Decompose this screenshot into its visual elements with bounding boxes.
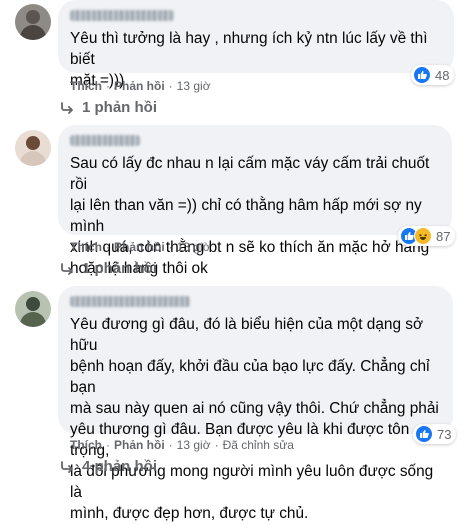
like-icon [415,425,433,443]
comment-text: Yêu đương gì đâu, đó là biểu hiện của mộ… [70,316,439,522]
author-name-blurred[interactable] [70,296,190,307]
reply-button[interactable]: Phản hồi [114,79,165,93]
reaction-count: 87 [436,228,451,244]
haha-icon [414,227,432,245]
reply-arrow-icon [61,460,73,473]
reaction-summary[interactable]: 73 [413,424,457,444]
reaction-summary[interactable]: 48 [411,65,455,85]
comment-actions: Thích · Phản hồi · 13 giờ [70,240,211,254]
avatar[interactable] [15,4,51,40]
replies-count: 4 phản hồi [82,458,157,475]
like-icon [413,66,431,84]
like-button[interactable]: Thích [70,240,102,254]
view-replies-link[interactable]: 1 phản hồi [60,99,157,116]
timestamp[interactable]: 13 giờ [177,240,211,254]
replies-count: 1 phản hồi [82,99,157,116]
view-replies-link[interactable]: 4 phản hồi [60,458,157,475]
reply-arrow-icon [61,262,73,275]
reaction-summary[interactable]: 87 [398,226,456,246]
timestamp[interactable]: 13 giờ [177,438,211,452]
timestamp[interactable]: 13 giờ [177,79,211,93]
avatar[interactable] [15,130,51,166]
like-button[interactable]: Thích [70,79,102,93]
author-name-blurred[interactable] [70,10,174,21]
replies-count: 1 phản hồi [82,260,157,277]
like-button[interactable]: Thích [70,438,102,452]
edited-label[interactable]: Đã chỉnh sửa [223,438,294,452]
reaction-count: 73 [437,426,452,442]
comment-bubble: Sau có lấy đc nhau n lại cấm mặc váy cấm… [58,125,452,277]
author-name-blurred[interactable] [70,135,140,146]
reply-button[interactable]: Phản hồi [114,438,165,452]
reply-arrow-icon [61,101,73,114]
comment-actions: Thích · Phản hồi · 13 giờ [70,79,211,93]
avatar[interactable] [15,291,51,327]
comment-bubble: Yêu thì tưởng là hay , nhưng ích kỷ ntn … [58,0,454,89]
comment-actions: Thích · Phản hồi · 13 giờ · Đã chỉnh sửa [70,438,294,452]
comment-bubble: Yêu đương gì đâu, đó là biểu hiện của mộ… [58,286,453,522]
reply-button[interactable]: Phản hồi [114,240,165,254]
view-replies-link[interactable]: 1 phản hồi [60,260,157,277]
reaction-count: 48 [435,67,450,83]
